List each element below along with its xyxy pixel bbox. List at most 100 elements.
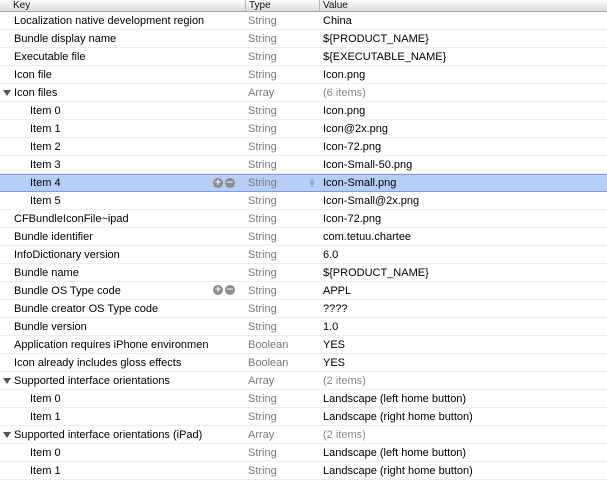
row-value[interactable]: China <box>323 12 603 29</box>
remove-row-icon[interactable]: − <box>225 178 235 188</box>
row-value[interactable]: Icon-Small@2x.png <box>323 192 603 209</box>
row-value[interactable]: Icon@2x.png <box>323 120 603 137</box>
disclosure-triangle-icon[interactable] <box>3 432 11 438</box>
column-header: Key Type Value <box>0 0 607 12</box>
row-value[interactable]: Icon-72.png <box>323 138 603 155</box>
row-type[interactable]: String <box>248 30 318 47</box>
row-value[interactable]: ${PRODUCT_NAME} <box>323 30 603 47</box>
add-row-icon[interactable]: + <box>213 178 223 188</box>
row-type[interactable]: Array <box>248 372 318 389</box>
row-type[interactable]: String <box>248 138 318 155</box>
row-type[interactable]: String <box>248 264 318 281</box>
row-type[interactable]: String <box>248 228 318 245</box>
table-row[interactable]: Item 2 String Icon-72.png <box>0 138 607 156</box>
table-row[interactable]: Bundle display name String ${PRODUCT_NAME} <box>0 30 607 48</box>
row-value[interactable]: Landscape (left home button) <box>323 444 603 461</box>
column-header-type[interactable]: Type <box>246 0 319 11</box>
row-key: Item 1 <box>30 465 61 477</box>
table-row[interactable]: Item 1 String Landscape (right home button… <box>0 408 607 426</box>
table-row[interactable]: Bundle identifier String com.tetuu.chartee <box>0 228 607 246</box>
row-value[interactable]: YES <box>323 336 603 353</box>
plist-rows: Localization native development region St… <box>0 12 607 480</box>
row-value[interactable]: Landscape (left home button) <box>323 390 603 407</box>
table-row[interactable]: Bundle OS Type code + − String APPL <box>0 282 607 300</box>
row-value[interactable]: Icon-Small.png <box>323 175 603 191</box>
table-row[interactable]: Item 1 String Icon@2x.png <box>0 120 607 138</box>
table-row[interactable]: Item 5 String Icon-Small@2x.png <box>0 192 607 210</box>
row-value[interactable]: ${EXECUTABLE_NAME} <box>323 48 603 65</box>
table-row[interactable]: Item 0 String Landscape (left home button) <box>0 444 607 462</box>
row-type[interactable]: String <box>248 300 318 317</box>
disclosure-triangle-icon[interactable] <box>3 90 11 96</box>
row-type[interactable]: String <box>248 246 318 263</box>
table-row[interactable]: Executable file String ${EXECUTABLE_NAME} <box>0 48 607 66</box>
row-type[interactable]: Boolean <box>248 336 318 353</box>
row-type[interactable]: String <box>248 66 318 83</box>
row-type[interactable]: String <box>248 48 318 65</box>
table-row[interactable]: Application requires iPhone environmen Bo… <box>0 336 607 354</box>
row-value[interactable]: ${PRODUCT_NAME} <box>323 264 603 281</box>
row-value[interactable]: Icon-72.png <box>323 210 603 227</box>
row-type[interactable]: String <box>248 444 318 461</box>
remove-row-icon[interactable]: − <box>225 285 235 295</box>
row-key: Item 2 <box>30 141 61 153</box>
table-row-orientations-ipad[interactable]: Supported interface orientations (iPad) A… <box>0 426 607 444</box>
row-type[interactable]: String <box>248 192 318 209</box>
row-value[interactable]: YES <box>323 354 603 371</box>
row-value[interactable]: Icon.png <box>323 66 603 83</box>
row-value[interactable]: ???? <box>323 300 603 317</box>
row-key: Localization native development region <box>14 15 205 27</box>
row-type[interactable]: String <box>248 12 318 29</box>
stepper-down-icon[interactable]: ▼ <box>310 182 315 189</box>
table-row[interactable]: Bundle creator OS Type code String???? <box>0 300 607 318</box>
row-type[interactable]: Boolean <box>248 354 318 371</box>
row-key: Item 1 <box>30 411 61 423</box>
row-value[interactable]: Landscape (right home button) <box>323 408 603 425</box>
table-row[interactable]: Bundle name String ${PRODUCT_NAME} <box>0 264 607 282</box>
row-value[interactable]: 6.0 <box>323 246 603 263</box>
table-row[interactable]: Item 0 String Landscape (left home button) <box>0 390 607 408</box>
disclosure-triangle-icon[interactable] <box>3 378 11 384</box>
column-header-value[interactable]: Value <box>320 0 607 11</box>
table-row[interactable]: Bundle version String 1.0 <box>0 318 607 336</box>
row-value: (2 items) <box>323 375 366 387</box>
plist-editor: Key Type Value Localization native devel… <box>0 0 607 489</box>
row-type[interactable]: String <box>248 282 318 299</box>
add-row-icon[interactable]: + <box>213 285 223 295</box>
row-type[interactable]: String <box>248 462 318 479</box>
table-row[interactable]: Icon already includes gloss effects Boole… <box>0 354 607 372</box>
row-type[interactable]: Array <box>248 84 318 101</box>
table-row[interactable]: Item 3 String Icon-Small-50.png <box>0 156 607 174</box>
row-type[interactable]: String <box>248 156 318 173</box>
row-type[interactable]: String <box>248 318 318 335</box>
row-value[interactable]: com.tetuu.chartee <box>323 228 603 245</box>
row-key: Icon files <box>14 87 58 99</box>
row-type[interactable]: String <box>248 120 318 137</box>
type-stepper-icon[interactable]: ▲ ▼ <box>309 178 315 189</box>
row-type[interactable]: String <box>248 210 318 227</box>
row-key: Item 3 <box>30 159 61 171</box>
row-key: Item 0 <box>30 393 61 405</box>
row-value[interactable]: Icon-Small-50.png <box>323 156 603 173</box>
table-row-selected[interactable]: Item 4 + − String ▲ ▼ Icon-Small.png <box>0 174 607 192</box>
row-value[interactable]: APPL <box>323 282 603 299</box>
row-value[interactable]: 1.0 <box>323 318 603 335</box>
table-row[interactable]: Item 0 String Icon.png <box>0 102 607 120</box>
table-row[interactable]: Item 1 String Landscape (right home button… <box>0 462 607 480</box>
table-row[interactable]: CFBundleIconFile~ipad String Icon-72.png <box>0 210 607 228</box>
table-row[interactable]: Localization native development region St… <box>0 12 607 30</box>
row-type[interactable]: String <box>248 408 318 425</box>
column-header-key[interactable]: Key <box>10 0 245 11</box>
row-value[interactable]: Landscape (right home button) <box>323 462 603 479</box>
row-type[interactable]: String <box>248 175 318 191</box>
row-edit-buttons: + − <box>213 178 237 189</box>
row-type[interactable]: Array <box>248 426 318 443</box>
table-row-icon-files[interactable]: Icon files Array (6 items) <box>0 84 607 102</box>
row-type[interactable]: String <box>248 102 318 119</box>
table-row-orientations[interactable]: Supported interface orientations Array (2 … <box>0 372 607 390</box>
table-row[interactable]: Icon file String Icon.png <box>0 66 607 84</box>
row-value[interactable]: Icon.png <box>323 102 603 119</box>
table-row[interactable]: InfoDictionary version String 6.0 <box>0 246 607 264</box>
row-type[interactable]: String <box>248 390 318 407</box>
row-key: Supported interface orientations (iPad) <box>14 429 203 441</box>
